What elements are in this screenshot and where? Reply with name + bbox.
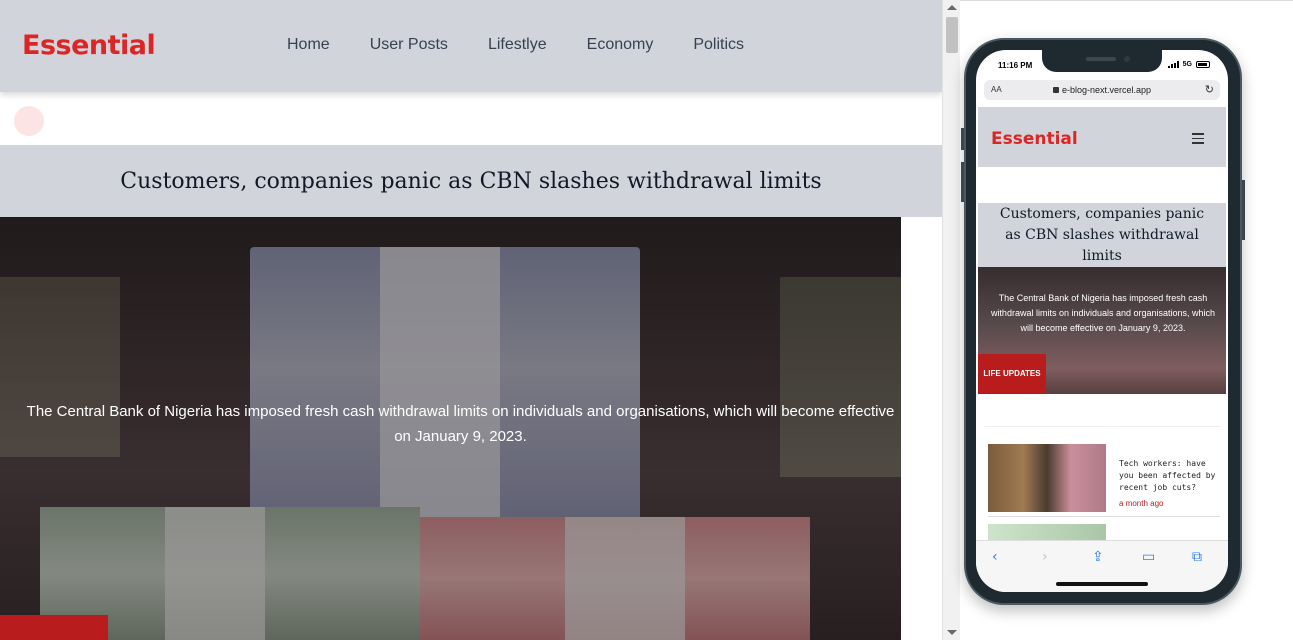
nav-economy[interactable]: Economy xyxy=(587,36,654,54)
phone-side-button xyxy=(1242,180,1245,240)
lock-icon xyxy=(1052,87,1059,93)
divider xyxy=(984,426,1220,427)
browser-address-bar[interactable]: AA e-blog-next.vercel.app ↻ xyxy=(984,80,1220,100)
life-updates-badge[interactable]: LIFE UPDATES xyxy=(978,354,1046,393)
loading-indicator xyxy=(14,106,44,136)
mobile-article-title-band: Customers, companies panic as CBN slashe… xyxy=(978,203,1226,267)
url-text[interactable]: e-blog-next.vercel.app xyxy=(1062,85,1151,95)
post-thumbnail[interactable] xyxy=(988,524,1106,540)
page-scrollbar[interactable] xyxy=(942,0,960,640)
site-logo[interactable]: Essential xyxy=(22,30,156,61)
nav-home[interactable]: Home xyxy=(287,36,330,54)
mobile-hero-excerpt: The Central Bank of Nigeria has imposed … xyxy=(990,293,1216,333)
phone-screen: 11:16 PM 5G AA e-blog-next.vercel.app ↻ … xyxy=(976,50,1228,592)
hero-excerpt: The Central Bank of Nigeria has imposed … xyxy=(26,403,895,445)
scroll-thumb[interactable] xyxy=(946,17,958,53)
speaker-grille xyxy=(1086,57,1116,61)
panel-divider xyxy=(960,0,1293,1)
status-time: 11:16 PM xyxy=(998,61,1033,70)
back-icon[interactable]: ‹ xyxy=(992,549,998,565)
article-title[interactable]: Customers, companies panic as CBN slashe… xyxy=(120,169,821,194)
mobile-article-title[interactable]: Customers, companies panic as CBN slashe… xyxy=(992,204,1212,267)
site-header: Essential Home User Posts Lifestlye Econ… xyxy=(0,0,942,92)
desktop-viewport: Essential Home User Posts Lifestlye Econ… xyxy=(0,0,960,640)
scroll-down-arrow-icon[interactable] xyxy=(947,630,957,635)
mobile-site-logo[interactable]: Essential xyxy=(991,129,1078,149)
bookmarks-icon[interactable]: ▭ xyxy=(1142,549,1155,565)
nav-user-posts[interactable]: User Posts xyxy=(370,36,448,54)
article-title-band: Customers, companies panic as CBN slashe… xyxy=(0,145,942,217)
tabs-icon[interactable]: ⧉ xyxy=(1192,549,1202,565)
mobile-hero-image[interactable]: The Central Bank of Nigeria has imposed … xyxy=(978,267,1226,394)
reload-icon[interactable]: ↻ xyxy=(1205,83,1214,96)
post-card-time: a month ago xyxy=(1119,499,1164,508)
phone-notch xyxy=(1042,50,1162,72)
share-icon[interactable]: ⇪ xyxy=(1092,549,1104,565)
phone-side-button xyxy=(961,128,964,150)
status-icons: 5G xyxy=(1167,61,1210,68)
nav-lifestyle[interactable]: Lifestlye xyxy=(488,36,547,54)
post-thumbnail[interactable] xyxy=(988,444,1106,512)
nav-politics[interactable]: Politics xyxy=(693,36,744,54)
front-camera xyxy=(1124,56,1130,62)
home-indicator[interactable] xyxy=(1056,582,1148,586)
battery-icon xyxy=(1196,61,1210,68)
phone-side-button xyxy=(961,162,964,202)
post-card[interactable]: Tech workers: have you been affected by … xyxy=(988,444,1218,514)
hero-category-badge[interactable] xyxy=(0,615,108,640)
hamburger-menu-icon[interactable] xyxy=(1192,133,1204,147)
signal-icon xyxy=(1167,61,1179,68)
main-nav: Home User Posts Lifestlye Economy Politi… xyxy=(287,36,744,54)
forward-icon[interactable]: › xyxy=(1042,549,1048,565)
scroll-up-arrow-icon[interactable] xyxy=(947,5,957,10)
url-text-row: e-blog-next.vercel.app xyxy=(984,85,1220,95)
post-card-title[interactable]: Tech workers: have you been affected by … xyxy=(1119,458,1224,494)
mobile-site-header: Essential xyxy=(978,107,1226,167)
hero-image[interactable]: The Central Bank of Nigeria has imposed … xyxy=(0,217,901,640)
divider xyxy=(988,516,1220,517)
network-label: 5G xyxy=(1182,61,1192,68)
